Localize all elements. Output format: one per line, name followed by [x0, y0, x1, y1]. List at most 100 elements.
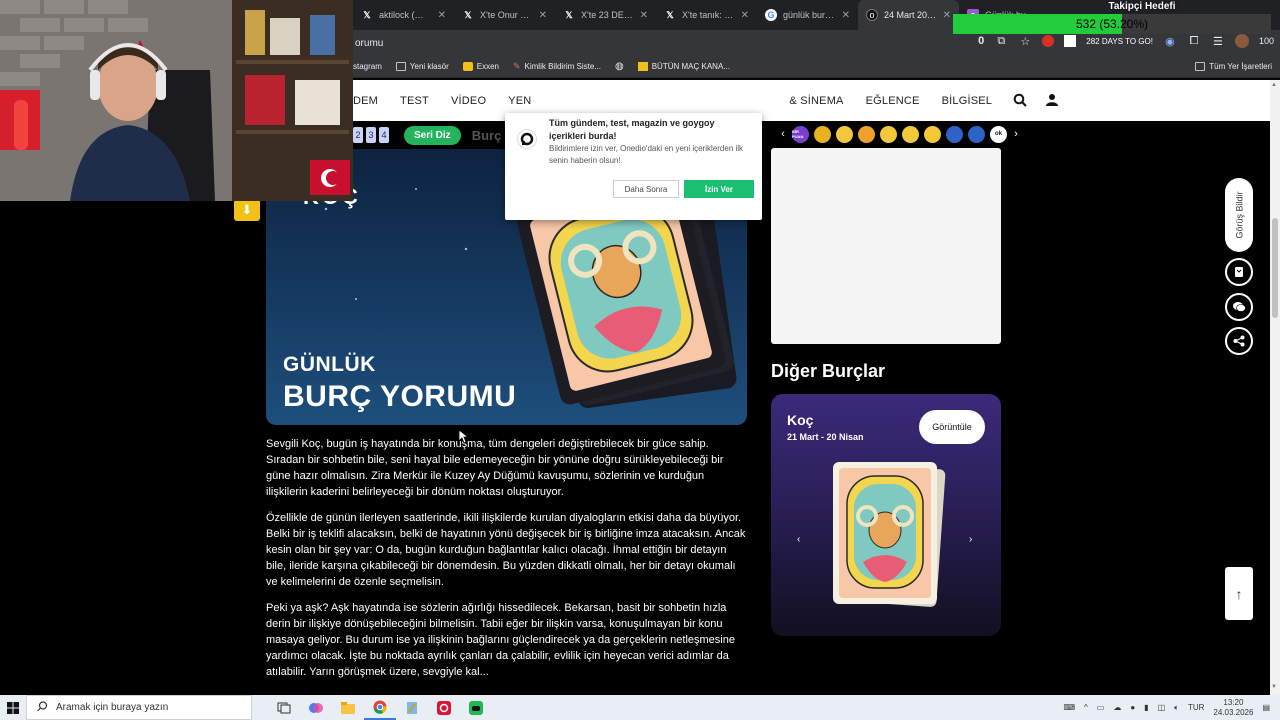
bookmark-item[interactable]: ✎ Kimlik Bildirim Siste...: [513, 61, 601, 72]
nav-item-eglence[interactable]: EĞLENCE: [866, 95, 920, 107]
extension-icon[interactable]: ◉: [1163, 34, 1177, 48]
reading-list-icon[interactable]: ☰: [1211, 34, 1225, 48]
browser-tab[interactable]: 𝕏 X'te 23 DERECE ✕: [555, 0, 656, 30]
task-view-icon[interactable]: [268, 695, 300, 720]
number-tile[interactable]: 2: [353, 127, 363, 143]
taskbar-search-input[interactable]: Aramak için buraya yazın: [26, 695, 252, 720]
emoji-reaction-icon[interactable]: BİR PUAN: [792, 125, 809, 143]
network-icon[interactable]: ◫: [1158, 703, 1166, 712]
bookmark-item[interactable]: stagram: [353, 62, 382, 71]
chevron-right-icon[interactable]: ›: [969, 534, 972, 545]
bookmark-item[interactable]: Yeni klasör: [395, 62, 449, 71]
chevron-left-icon[interactable]: ‹: [797, 534, 800, 545]
seri-diz-button[interactable]: Seri Diz: [404, 125, 461, 145]
nav-item-video[interactable]: VİDEO: [451, 95, 486, 107]
tray-icon[interactable]: ▭: [1097, 703, 1105, 712]
all-bookmarks[interactable]: Tüm Yer İşaretleri: [1195, 62, 1272, 71]
chrome-icon[interactable]: [364, 695, 396, 720]
bookmark-item[interactable]: Exxen: [462, 62, 499, 71]
emoji-reaction-icon[interactable]: [902, 125, 919, 143]
game-app-icon[interactable]: [460, 695, 492, 720]
feedback-label: Görüş Bildir: [1234, 191, 1245, 239]
number-tile[interactable]: 3: [366, 127, 376, 143]
bookmark-star-icon[interactable]: ☆: [1018, 34, 1032, 48]
notepad-icon[interactable]: [396, 695, 428, 720]
close-icon[interactable]: ✕: [640, 10, 648, 21]
comments-icon[interactable]: [1225, 293, 1253, 321]
chevron-left-icon[interactable]: ‹: [779, 128, 787, 140]
close-icon[interactable]: ✕: [741, 10, 749, 21]
file-explorer-icon[interactable]: [332, 695, 364, 720]
browser-tab[interactable]: 𝕏 aktilock (@da ✕: [353, 0, 454, 30]
allow-button[interactable]: İzin Ver: [684, 180, 754, 198]
keyboard-icon[interactable]: ⌨: [1063, 703, 1075, 712]
browser-tab-active[interactable]: o 24 Mart 2026 ( ✕: [858, 0, 959, 30]
extension-icon[interactable]: [1042, 35, 1055, 47]
extension-icon[interactable]: [1064, 35, 1077, 47]
scroll-down-icon[interactable]: ▼: [1271, 684, 1277, 690]
emoji-reaction-icon[interactable]: [968, 125, 985, 143]
battery-icon[interactable]: ▮: [1144, 703, 1148, 712]
nav-item-bilgisel[interactable]: BİLGİSEL: [942, 95, 993, 107]
sign-card[interactable]: Koç 21 Mart - 20 Nisan Görüntüle ‹ ›: [771, 394, 1001, 636]
nav-item[interactable]: YEN: [508, 95, 531, 107]
user-icon[interactable]: [1045, 93, 1059, 112]
download-badge[interactable]: ⬇: [234, 199, 260, 221]
emoji-reaction-icon[interactable]: [946, 125, 963, 143]
emoji-reaction-icon[interactable]: [836, 125, 853, 143]
view-button[interactable]: Görüntüle: [919, 410, 985, 444]
chevron-right-icon[interactable]: ›: [1012, 128, 1020, 140]
close-icon[interactable]: ✕: [539, 10, 547, 21]
profile-avatar[interactable]: [1234, 34, 1249, 48]
emoji-reaction-icon[interactable]: [880, 125, 897, 143]
notification-permission-popup: Tüm gündem, test, magazin ve goygoy içer…: [505, 113, 762, 220]
close-icon[interactable]: ✕: [842, 10, 850, 21]
windows-start-icon[interactable]: [0, 695, 26, 720]
scrollbar-thumb[interactable]: [1272, 218, 1278, 318]
share-icon[interactable]: [1225, 327, 1253, 355]
jp-icon: [637, 62, 648, 71]
cloud-icon[interactable]: ☁: [1113, 703, 1121, 712]
scroll-to-top-button[interactable]: ↑: [1225, 567, 1253, 620]
browser-tab[interactable]: 𝕏 X'te tanık: "Ce ✕: [656, 0, 757, 30]
copilot-icon[interactable]: [300, 695, 332, 720]
feedback-button[interactable]: Görüş Bildir: [1225, 178, 1253, 252]
article-body: Sevgili Koç, bugün iş hayatında bir konu…: [266, 436, 746, 690]
follower-goal-text: 532 (53.20%): [1075, 17, 1149, 31]
days-counter-extension[interactable]: 282 DAYS TO GO!: [1086, 37, 1153, 46]
bookmark-icon[interactable]: [1225, 258, 1253, 286]
chevron-up-icon[interactable]: ^: [1084, 703, 1088, 712]
emoji-reaction-icon[interactable]: ok: [990, 125, 1007, 143]
emoji-reaction-icon[interactable]: [924, 125, 941, 143]
later-button[interactable]: Daha Sonra: [613, 180, 679, 198]
bookmark-item[interactable]: ◍: [615, 61, 624, 72]
address-url[interactable]: orumu: [353, 38, 383, 49]
site-nav: DEM TEST VİDEO YEN & SİNEMA EĞLENCE BİLG…: [353, 80, 1270, 121]
nav-item-test[interactable]: TEST: [400, 95, 429, 107]
volume-icon[interactable]: 🔈︎: [1174, 703, 1179, 713]
browser-tab[interactable]: G günlük burç yo ✕: [757, 0, 858, 30]
nav-item[interactable]: DEM: [353, 95, 378, 107]
extensions-puzzle-icon[interactable]: ⧠: [1187, 34, 1201, 48]
close-icon[interactable]: ✕: [943, 10, 951, 21]
close-icon[interactable]: ✕: [438, 10, 446, 21]
browser-tab[interactable]: 𝕏 X'te Onur Derç ✕: [454, 0, 555, 30]
number-tile[interactable]: 4: [379, 127, 389, 143]
emoji-reaction-icon[interactable]: [814, 125, 831, 143]
search-icon[interactable]: [1013, 93, 1027, 112]
language-indicator[interactable]: TUR: [1188, 703, 1204, 712]
media-app-icon[interactable]: [428, 695, 460, 720]
microphone-icon[interactable]: ●: [1130, 703, 1135, 712]
bookmark-item[interactable]: BÜTÜN MAÇ KANA...: [637, 62, 730, 71]
zoom-indicator: 100: [1258, 36, 1274, 46]
webcam-feed: [0, 0, 353, 201]
notification-icon[interactable]: ▤: [1262, 703, 1270, 712]
emoji-reaction-icon[interactable]: [858, 125, 875, 143]
nav-item-sinema[interactable]: & SİNEMA: [789, 95, 843, 107]
taskbar-clock[interactable]: 13:20 24.03.2026: [1213, 698, 1253, 718]
page-scrollbar[interactable]: ▲ ▼: [1270, 80, 1280, 695]
cast-icon[interactable]: ⧉: [994, 34, 1008, 48]
scroll-up-icon[interactable]: ▲: [1271, 82, 1277, 88]
screen: 𝕏 aktilock (@da ✕ 𝕏 X'te Onur Derç ✕ 𝕏 X…: [0, 0, 1280, 720]
popup-title: Tüm gündem, test, magazin ve goygoy içer…: [549, 118, 715, 141]
